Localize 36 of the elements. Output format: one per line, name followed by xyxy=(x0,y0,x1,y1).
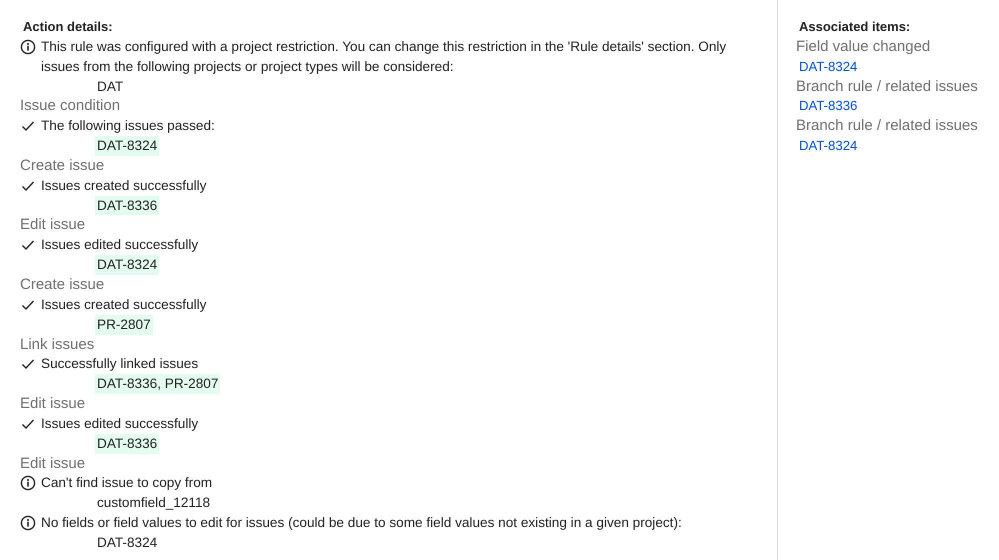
message-text: The following issues passed: xyxy=(41,117,215,136)
item-label: Field value changed xyxy=(796,36,932,57)
action-heading: Edit issue xyxy=(20,454,86,474)
issue-key: DAT-8324 xyxy=(95,255,160,275)
message-text: Can't find issue to copy from xyxy=(41,474,212,492)
info-icon xyxy=(20,38,36,55)
message-text: No fields or field values to edit for issues (could be due to some field values not existing in a given project): xyxy=(41,514,682,532)
item-label: Branch rule / related issues xyxy=(796,116,978,136)
issue-key: PR-2807 xyxy=(95,314,153,334)
info-icon xyxy=(20,515,36,532)
action-heading: Edit issue xyxy=(20,215,86,236)
action-heading: Create issue xyxy=(20,156,106,176)
action-heading: Create issue xyxy=(20,274,106,295)
item-value: customfield_12118 xyxy=(96,494,212,512)
issue-link[interactable]: DAT-8324 xyxy=(796,58,858,74)
item-value: DAT-8324 xyxy=(96,534,158,552)
action-heading: Issue condition xyxy=(20,96,122,116)
message-text: Issues edited successfully xyxy=(41,414,198,433)
issue-key: DAT-8324 xyxy=(95,136,160,156)
message-text: Issues edited successfully xyxy=(41,236,198,254)
action-heading: Edit issue xyxy=(20,394,86,414)
message-text: Issues created successfully xyxy=(41,176,206,195)
section-title: Associated items: xyxy=(798,18,912,36)
issue-link[interactable]: DAT-8324 xyxy=(796,138,858,154)
issue-key: DAT-8336 xyxy=(95,196,160,216)
issue-key: DAT-8336, PR-2807 xyxy=(95,374,220,394)
message-text: Issues created successfully xyxy=(41,296,206,314)
action-heading: Link issues xyxy=(20,334,96,354)
info-icon xyxy=(20,475,36,492)
item-value: DAT xyxy=(96,78,124,96)
section-title: Action details: xyxy=(22,18,114,36)
item-label: Branch rule / related issues xyxy=(796,76,978,96)
message-text: This rule was configured with a project restriction. You can change this restriction in the 'Rule details' section. Only issues from the following projects or project types will be considered: xyxy=(41,38,728,76)
message-text: Successfully linked issues xyxy=(41,355,198,374)
issue-link[interactable]: DAT-8336 xyxy=(796,98,858,114)
issue-key: DAT-8336 xyxy=(95,434,160,454)
